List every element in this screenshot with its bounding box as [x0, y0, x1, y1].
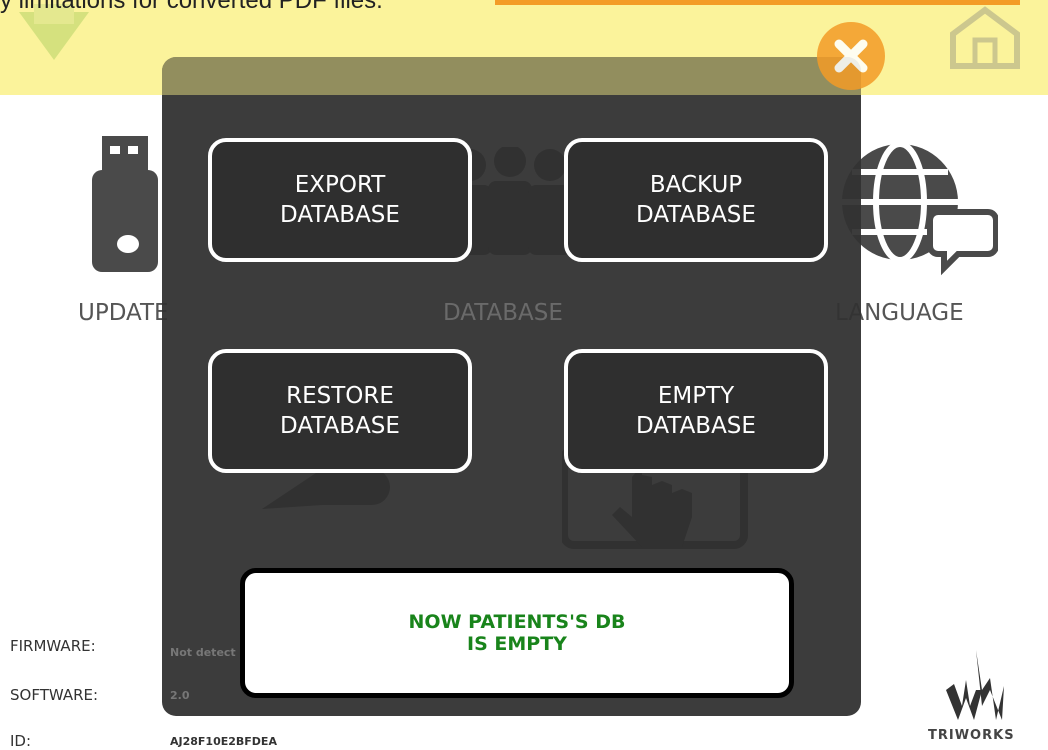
home-icon[interactable] [945, 4, 1025, 70]
export-database-button[interactable]: EXPORT DATABASE [208, 138, 472, 262]
close-button[interactable] [817, 22, 885, 90]
restore-database-button[interactable]: RESTORE DATABASE [208, 349, 472, 473]
software-value: 2.0 [170, 689, 190, 702]
result-message-box: NOW PATIENTS'S DB IS EMPTY [240, 568, 794, 698]
pdf-notice-text: y limitations for converted PDF files. [0, 0, 383, 14]
brand-name: TRIWORKS [928, 728, 1015, 743]
triworks-logo-icon [946, 650, 1004, 720]
id-label: ID: [10, 732, 32, 750]
result-message: NOW PATIENTS'S DB IS EMPTY [408, 611, 626, 655]
empty-database-button[interactable]: EMPTY DATABASE [564, 349, 828, 473]
globe-chat-icon[interactable] [838, 140, 998, 280]
update-label: UPDATE [78, 300, 169, 326]
software-label: SOFTWARE: [10, 686, 99, 704]
backup-database-label: BACKUP DATABASE [636, 172, 756, 228]
usb-drive-icon[interactable] [92, 136, 158, 272]
firmware-label: FIRMWARE: [10, 637, 96, 655]
empty-database-label: EMPTY DATABASE [636, 383, 756, 439]
banner-accent-strip [495, 0, 1020, 5]
restore-database-label: RESTORE DATABASE [280, 383, 400, 439]
firmware-value: Not detect [170, 646, 236, 659]
export-database-label: EXPORT DATABASE [280, 172, 400, 228]
close-icon [834, 39, 868, 73]
id-value: AJ28F10E2BFDEA [170, 735, 277, 748]
modal-header [162, 57, 861, 95]
backup-database-button[interactable]: BACKUP DATABASE [564, 138, 828, 262]
database-label: DATABASE [443, 300, 563, 326]
